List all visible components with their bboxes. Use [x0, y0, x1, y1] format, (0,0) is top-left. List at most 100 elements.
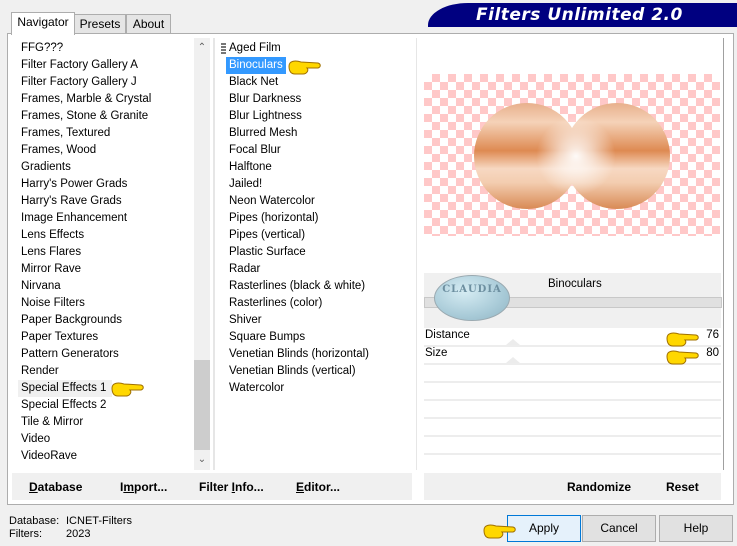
list-item[interactable]: Paper Backgrounds	[18, 314, 122, 326]
list-item[interactable]: Halftone	[226, 161, 272, 173]
empty-slider-row	[424, 417, 721, 419]
list-item[interactable]: Black Net	[226, 76, 278, 88]
tab-about[interactable]: About	[126, 14, 171, 34]
list-item[interactable]: Filter Factory Gallery J	[18, 76, 137, 88]
reset-button[interactable]: Reset	[666, 480, 699, 494]
empty-slider-row	[424, 381, 721, 383]
list-item[interactable]: Blur Darkness	[226, 93, 301, 105]
editor-button[interactable]: Editor...	[296, 480, 340, 494]
list-item[interactable]: Blurred Mesh	[226, 127, 297, 139]
list-item[interactable]: Lens Effects	[18, 229, 84, 241]
filters-label: Filters:	[9, 528, 42, 540]
list-item[interactable]: Special Effects 1	[18, 380, 113, 397]
filters-count: 2023	[66, 528, 91, 540]
list-item[interactable]: Video	[18, 433, 50, 445]
app-title: Filters Unlimited 2.0	[476, 5, 683, 25]
label: ditor...	[304, 480, 341, 494]
preview-image	[424, 74, 720, 236]
preview-border	[723, 38, 724, 470]
slider-thumb-icon[interactable]	[506, 357, 520, 363]
list-item[interactable]: Noise Filters	[18, 297, 85, 309]
slider-label: Distance	[425, 329, 470, 341]
scroll-down-icon[interactable]: ⌄	[194, 452, 210, 468]
list-item[interactable]: Jailed!	[226, 178, 262, 190]
list-item[interactable]: Binoculars	[226, 57, 286, 74]
list-item[interactable]: Shiver	[226, 314, 262, 326]
list-item[interactable]: Harry's Rave Grads	[18, 195, 122, 207]
list-divider	[213, 38, 215, 470]
slider-label: Size	[425, 347, 448, 359]
category-scrollbar[interactable]: ⌃ ⌄	[194, 38, 210, 470]
list-item[interactable]: VideoRave	[18, 450, 77, 462]
list-item[interactable]: Frames, Wood	[18, 144, 96, 156]
label: atabase	[37, 480, 83, 494]
tab-navigator[interactable]: Navigator	[11, 12, 75, 35]
filter-name-label: Binoculars	[548, 278, 602, 290]
slider-value: 76	[706, 329, 719, 341]
mnemonic: D	[29, 480, 38, 494]
empty-slider-row	[424, 399, 721, 401]
pointing-hand-icon	[288, 60, 321, 75]
preview-glow	[536, 116, 616, 196]
watermark-logo: CLAUDIA	[434, 275, 510, 321]
label: port...	[134, 480, 168, 494]
label: Filter	[199, 480, 232, 494]
list-item[interactable]: Rasterlines (color)	[226, 297, 322, 309]
list-item[interactable]: Nirvana	[18, 280, 61, 292]
list-item[interactable]: Filter Factory Gallery A	[18, 59, 138, 71]
list-item[interactable]: Lens Flares	[18, 246, 81, 258]
slider-value: 80	[706, 347, 719, 359]
list-item[interactable]: Radar	[226, 263, 260, 275]
list-item[interactable]: Blur Lightness	[226, 110, 302, 122]
empty-slider-row	[424, 435, 721, 437]
pointing-hand-icon	[666, 350, 699, 365]
list-item[interactable]: Frames, Textured	[18, 127, 110, 139]
scroll-thumb[interactable]	[194, 360, 210, 450]
tab-presets[interactable]: Presets	[74, 14, 126, 34]
filter-info-button[interactable]: Filter Info...	[199, 480, 264, 494]
label: nfo...	[235, 480, 264, 494]
list-item[interactable]: Venetian Blinds (vertical)	[226, 365, 356, 377]
list-item[interactable]: Neon Watercolor	[226, 195, 315, 207]
import-button[interactable]: Import...	[120, 480, 167, 494]
database-value: ICNET-Filters	[66, 515, 132, 527]
list-item[interactable]: Special Effects 2	[18, 399, 106, 411]
list-item[interactable]: Frames, Stone & Granite	[18, 110, 148, 122]
database-button[interactable]: Database	[29, 480, 82, 494]
pointing-hand-icon	[111, 382, 144, 397]
database-label: Database:	[9, 515, 60, 527]
slider-thumb-icon[interactable]	[506, 339, 520, 345]
list-item[interactable]: Pipes (horizontal)	[226, 212, 318, 224]
randomize-button[interactable]: Randomize	[567, 480, 631, 494]
list-item[interactable]: Square Bumps	[226, 331, 305, 343]
list-item[interactable]: Frames, Marble & Crystal	[18, 93, 151, 105]
list-item[interactable]: Paper Textures	[18, 331, 98, 343]
list-item[interactable]: Gradients	[18, 161, 71, 173]
list-item[interactable]: Aged Film	[226, 42, 281, 54]
cancel-button[interactable]: Cancel	[582, 515, 656, 542]
list-item[interactable]: Pipes (vertical)	[226, 229, 305, 241]
apply-button[interactable]: Apply	[507, 515, 581, 542]
list-item[interactable]: Plastic Surface	[226, 246, 306, 258]
list-item[interactable]: Focal Blur	[226, 144, 281, 156]
list-item[interactable]: Render	[18, 365, 59, 377]
pointing-hand-icon	[483, 524, 516, 539]
list-item[interactable]: Venetian Blinds (horizontal)	[226, 348, 369, 360]
list-item[interactable]: Image Enhancement	[18, 212, 127, 224]
pointing-hand-icon	[666, 332, 699, 347]
scroll-up-icon[interactable]: ⌃	[194, 40, 210, 56]
list-item[interactable]: Rasterlines (black & white)	[226, 280, 365, 292]
empty-slider-row	[424, 453, 721, 455]
mnemonic: m	[123, 480, 135, 494]
category-list[interactable]: FFG??? Filter Factory Gallery A Filter Fac…	[18, 40, 151, 465]
list-item[interactable]: FFG???	[18, 42, 63, 54]
list-item[interactable]: Tile & Mirror	[18, 416, 83, 428]
list-divider	[416, 38, 417, 470]
mnemonic: E	[296, 480, 305, 494]
list-item[interactable]: Mirror Rave	[18, 263, 81, 275]
list-item[interactable]: Watercolor	[226, 382, 284, 394]
help-button[interactable]: Help	[659, 515, 733, 542]
list-item[interactable]: Pattern Generators	[18, 348, 119, 360]
filter-list[interactable]: Aged Film Binoculars Black Net Blur Darknes…	[226, 40, 369, 397]
list-item[interactable]: Harry's Power Grads	[18, 178, 127, 190]
